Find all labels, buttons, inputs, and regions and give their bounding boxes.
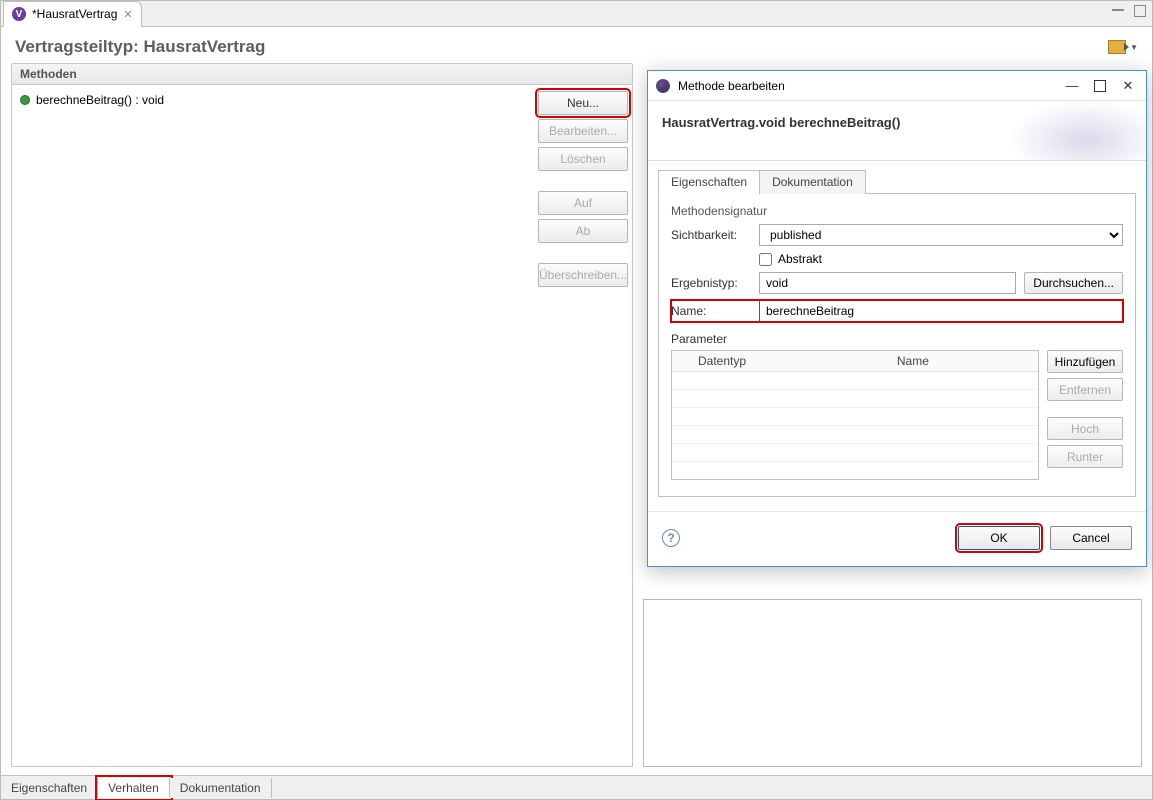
- visibility-row: Sichtbarkeit: published: [671, 224, 1123, 246]
- tab-dokumentation[interactable]: Dokumentation: [170, 778, 272, 798]
- bottom-tab-bar: Eigenschaften Verhalten Dokumentation: [1, 775, 1152, 799]
- preview-box: [643, 599, 1142, 767]
- name-row: Name:: [671, 300, 1123, 322]
- visibility-label: Sichtbarkeit:: [671, 228, 751, 242]
- abstract-row: Abstrakt: [759, 252, 1123, 266]
- method-list[interactable]: berechneBeitrag() : void: [12, 85, 534, 766]
- editor-tab-title: *HausratVertrag: [32, 7, 117, 21]
- delete-button[interactable]: Löschen: [538, 147, 628, 171]
- dlg-tab-dokumentation[interactable]: Dokumentation: [759, 170, 866, 194]
- col-name: Name: [889, 351, 1038, 372]
- page-title: Vertragsteiltyp: HausratVertrag: [15, 37, 265, 57]
- parameter-section: Parameter Datentyp Name: [671, 332, 1123, 480]
- help-icon[interactable]: ?: [662, 529, 680, 547]
- table-row[interactable]: [672, 426, 1038, 444]
- table-row[interactable]: [672, 390, 1038, 408]
- edit-button[interactable]: Bearbeiten...: [538, 119, 628, 143]
- parameter-table[interactable]: Datentyp Name: [671, 350, 1039, 480]
- chevron-down-icon: ▼: [1130, 43, 1138, 52]
- method-button-column: Neu... Bearbeiten... Löschen Auf Ab Über…: [534, 85, 632, 766]
- table-row[interactable]: [672, 408, 1038, 426]
- header-actions[interactable]: ▼: [1108, 40, 1138, 54]
- tab-verhalten[interactable]: Verhalten: [98, 778, 170, 798]
- name-label: Name:: [671, 304, 751, 318]
- override-button[interactable]: Überschreiben...: [538, 263, 628, 287]
- table-row[interactable]: [672, 444, 1038, 462]
- ok-button[interactable]: OK: [958, 526, 1040, 550]
- close-icon[interactable]: ✕: [123, 8, 132, 21]
- add-param-button[interactable]: Hinzufügen: [1047, 350, 1123, 373]
- remove-param-button[interactable]: Entfernen: [1047, 378, 1123, 401]
- group-title: Methodensignatur: [671, 204, 1123, 218]
- table-row[interactable]: [672, 372, 1038, 390]
- tab-eigenschaften[interactable]: Eigenschaften: [1, 778, 98, 798]
- returntype-row: Ergebnistyp: Durchsuchen...: [671, 272, 1123, 294]
- editor-tabbar: V *HausratVertrag ✕: [1, 1, 1152, 27]
- minimize-icon[interactable]: —: [1062, 78, 1082, 93]
- down-button[interactable]: Ab: [538, 219, 628, 243]
- browse-button[interactable]: Durchsuchen...: [1024, 272, 1123, 294]
- abstract-checkbox[interactable]: [759, 253, 772, 266]
- editor-header: Vertragsteiltyp: HausratVertrag ▼: [1, 27, 1152, 63]
- col-datentyp: Datentyp: [690, 351, 889, 372]
- dialog-banner: HausratVertrag.void berechneBeitrag(): [648, 101, 1146, 161]
- list-item[interactable]: berechneBeitrag() : void: [20, 93, 526, 107]
- returntype-input[interactable]: [759, 272, 1016, 294]
- cancel-button[interactable]: Cancel: [1050, 526, 1132, 550]
- section-title: Methoden: [11, 63, 633, 85]
- name-input[interactable]: [759, 300, 1123, 322]
- parameter-buttons: Hinzufügen Entfernen Hoch Runter: [1047, 350, 1123, 480]
- methods-container: berechneBeitrag() : void Neu... Bearbeit…: [11, 85, 633, 767]
- param-up-button[interactable]: Hoch: [1047, 417, 1123, 440]
- new-button[interactable]: Neu...: [538, 91, 628, 115]
- vertrag-icon: V: [12, 7, 26, 21]
- up-button[interactable]: Auf: [538, 191, 628, 215]
- dialog-tabs: Eigenschaften Dokumentation: [658, 169, 1136, 194]
- visibility-select[interactable]: published: [759, 224, 1123, 246]
- eclipse-icon: [656, 79, 670, 93]
- dialog-titlebar[interactable]: Methode bearbeiten — ✕: [648, 71, 1146, 101]
- edit-method-dialog: Methode bearbeiten — ✕ HausratVertrag.vo…: [647, 70, 1147, 567]
- dlg-tab-eigenschaften[interactable]: Eigenschaften: [658, 170, 760, 194]
- maximize-view-icon[interactable]: [1134, 5, 1146, 17]
- maximize-icon[interactable]: [1094, 80, 1106, 92]
- package-icon: [1108, 40, 1126, 54]
- returntype-label: Ergebnistyp:: [671, 276, 751, 290]
- close-dialog-icon[interactable]: ✕: [1118, 78, 1138, 94]
- parameter-label: Parameter: [671, 332, 1123, 346]
- method-label: berechneBeitrag() : void: [36, 93, 164, 107]
- dialog-body: Eigenschaften Dokumentation Methodensign…: [648, 161, 1146, 505]
- public-method-icon: [20, 95, 30, 105]
- dialog-title: Methode bearbeiten: [678, 79, 785, 93]
- view-window-controls: [1112, 5, 1146, 17]
- tab-content: Methodensignatur Sichtbarkeit: published…: [658, 194, 1136, 497]
- editor-tab-hausratvertrag[interactable]: V *HausratVertrag ✕: [3, 1, 142, 27]
- minimize-view-icon[interactable]: [1112, 5, 1124, 11]
- banner-decoration: [1006, 101, 1146, 161]
- param-down-button[interactable]: Runter: [1047, 445, 1123, 468]
- abstract-label: Abstrakt: [778, 252, 822, 266]
- methods-panel: Methoden berechneBeitrag() : void Neu...…: [11, 63, 633, 767]
- dialog-footer: ? OK Cancel: [648, 511, 1146, 566]
